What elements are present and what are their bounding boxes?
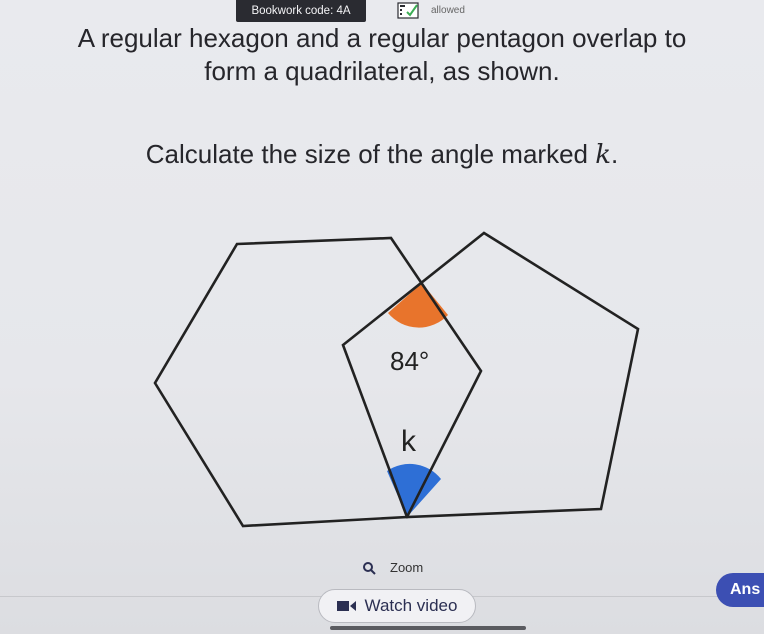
watch-video-label: Watch video: [364, 596, 458, 615]
scroll-indicator: [330, 626, 526, 630]
magnifier-icon: [363, 561, 376, 575]
zoom-button[interactable]: Zoom: [362, 560, 423, 575]
angle-label-84: 84°: [390, 346, 429, 376]
question-line-1: A regular hexagon and a regular pentagon…: [77, 23, 687, 53]
calculator-status: allowed: [431, 5, 465, 16]
question-variable-k: k: [595, 140, 611, 170]
question-instruction: Calculate the size of the angle marked k…: [0, 138, 764, 172]
watch-video-button[interactable]: Watch video: [318, 589, 476, 623]
bottom-angle-sector: [387, 463, 441, 517]
calculator-icon: [397, 2, 419, 19]
question-text: A regular hexagon and a regular pentagon…: [0, 22, 764, 88]
hexagon-pentagon-diagram: 84° k: [153, 231, 640, 528]
zoom-label: Zoom: [390, 560, 424, 575]
video-camera-icon: [336, 601, 356, 611]
pentagon-shape: [341, 231, 640, 519]
bookwork-code-badge: Bookwork code: 4A: [236, 0, 366, 22]
answer-button[interactable]: Ans: [716, 573, 764, 607]
top-angle-sector: [388, 283, 448, 328]
angle-label-k: k: [401, 425, 417, 458]
question-line-3-end: .: [611, 139, 619, 169]
question-line-3: Calculate the size of the angle marked: [145, 139, 596, 169]
question-line-2: form a quadrilateral, as shown.: [204, 56, 560, 86]
